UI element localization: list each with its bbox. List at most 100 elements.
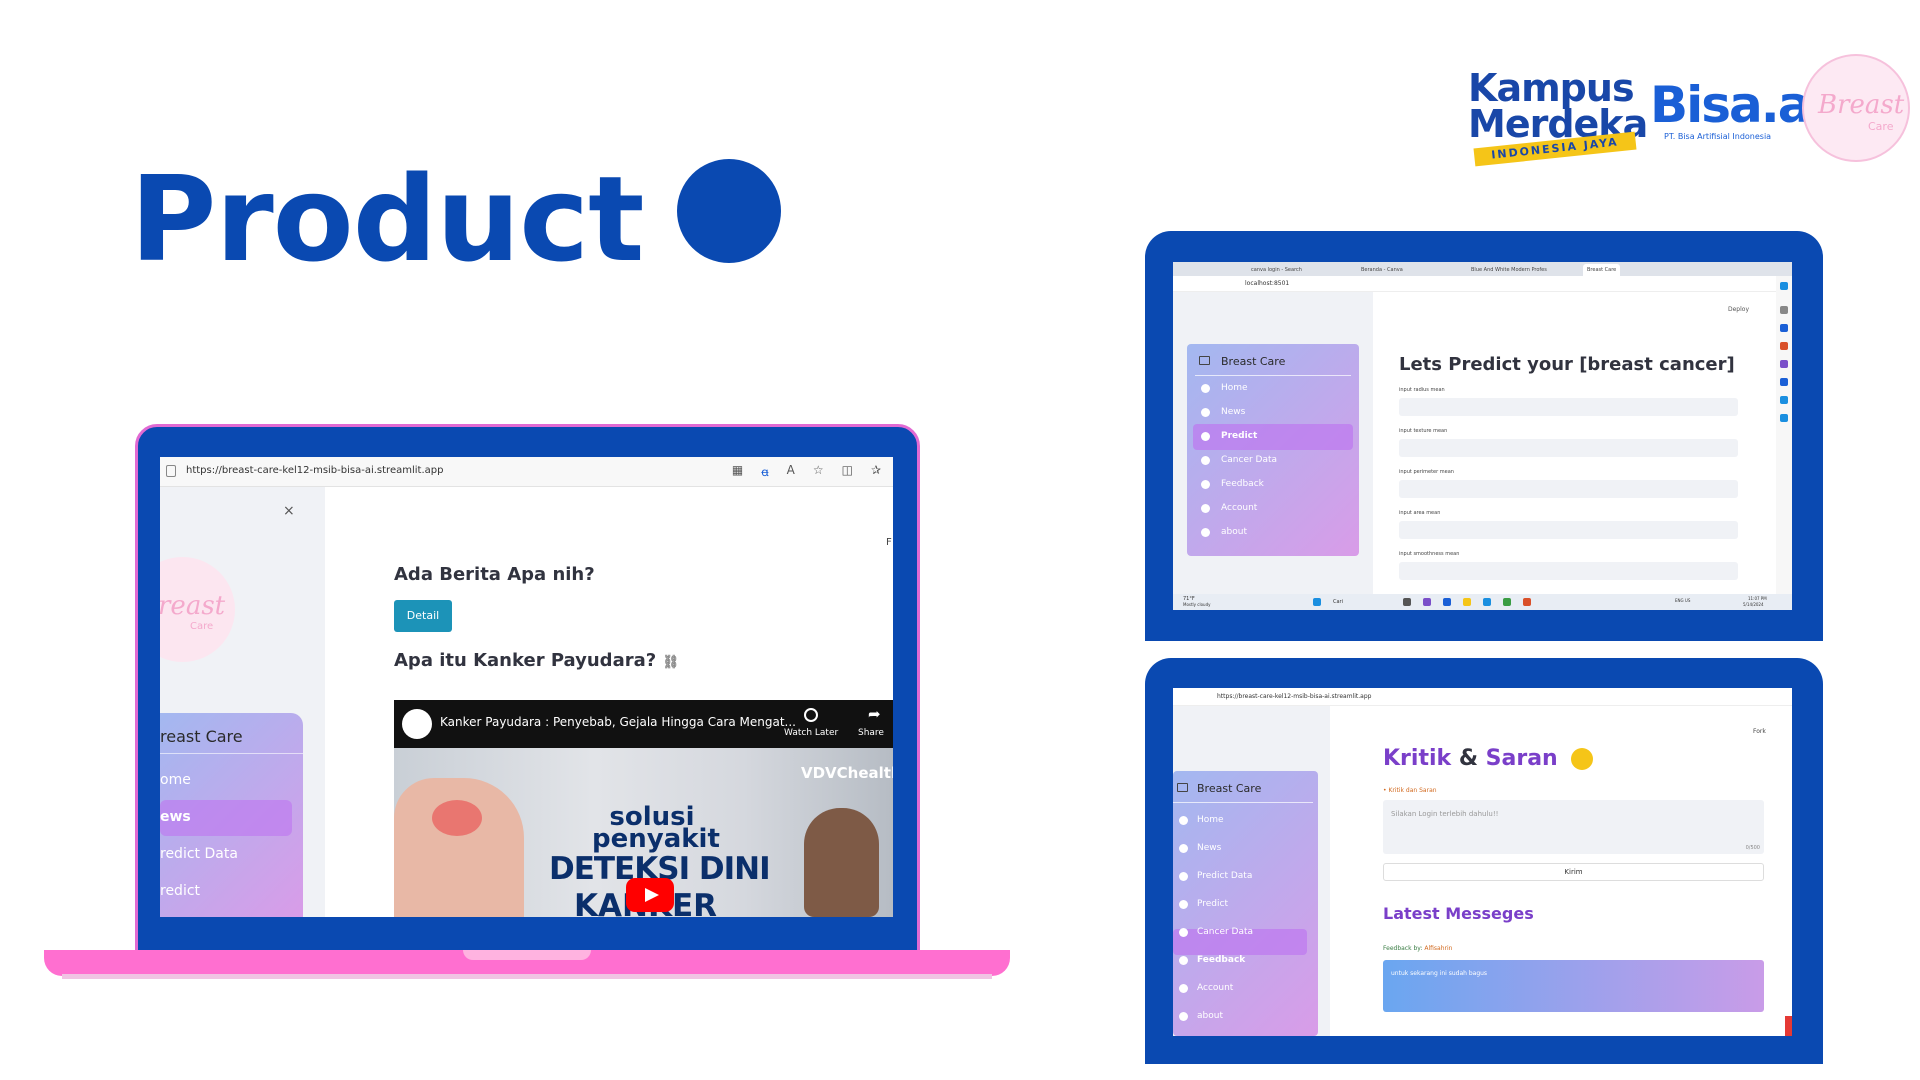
address-bar[interactable]: https://breast-care-kel12-msib-bisa-ai.s…	[160, 457, 893, 487]
video-thumbnail[interactable]: VDVChealth solusi penyakit DETEKSI DINI …	[394, 748, 893, 917]
book-icon	[1179, 872, 1188, 881]
file-explorer-icon[interactable]	[1463, 598, 1471, 606]
predict-sidebar-item-cancer-data[interactable]: Cancer Data	[1221, 455, 1277, 465]
page-title: Product	[130, 150, 645, 288]
streamlit-sidebar: × reast Care reast Care ome ews redict D…	[160, 487, 325, 917]
share-label[interactable]: Share	[858, 728, 884, 738]
office-icon[interactable]	[1780, 396, 1788, 404]
info-icon	[1201, 528, 1210, 537]
text-size-icon[interactable]: A	[787, 463, 795, 480]
chart-icon	[1179, 900, 1188, 909]
chrome-icon[interactable]	[1503, 598, 1511, 606]
feedback-sidebar-item-feedback[interactable]: Feedback	[1197, 955, 1245, 965]
user-icon	[1179, 984, 1188, 993]
people-icon[interactable]	[1780, 360, 1788, 368]
favorite-star-icon[interactable]: ☆	[813, 463, 824, 480]
feedback-char-count: 0/500	[1745, 845, 1760, 851]
edge-icon[interactable]	[1483, 598, 1491, 606]
feedback-sidebar-item-predict[interactable]: Predict	[1197, 899, 1228, 909]
predict-sidebar-item-news[interactable]: News	[1221, 407, 1245, 417]
app1-icon[interactable]	[1423, 598, 1431, 606]
predict-sidebar-item-account[interactable]: Account	[1221, 503, 1257, 513]
app-icon[interactable]: ▦	[732, 463, 743, 480]
app3-icon[interactable]	[1523, 598, 1531, 606]
tab-canva[interactable]: Beranda - Canva	[1357, 264, 1407, 276]
detail-button[interactable]: Detail	[394, 600, 452, 632]
fork-button[interactable]: Fork	[1753, 728, 1766, 735]
feedback-sidebar-item-about[interactable]: about	[1197, 1011, 1223, 1021]
sidebar-logo-text: reast	[160, 591, 226, 621]
taskbar-date[interactable]: 5/14/2024	[1743, 602, 1764, 607]
input-texture-mean[interactable]	[1399, 439, 1738, 457]
feedback-textarea[interactable]: Silakan Login terlebih dahulu!! 0/500	[1383, 800, 1764, 854]
input-area-mean[interactable]	[1399, 521, 1738, 539]
predict-url[interactable]: localhost:8501	[1245, 280, 1289, 287]
tag-icon[interactable]	[1780, 324, 1788, 332]
feedback-sidebar-item-news[interactable]: News	[1197, 843, 1221, 853]
tab-profile[interactable]: Blue And White Modern Profes	[1467, 264, 1551, 276]
sidebar-item-predict[interactable]: redict	[160, 883, 200, 899]
feedback-message-text: untuk sekarang ini sudah bagus	[1391, 970, 1488, 977]
weather-desc: Mostly cloudy	[1183, 602, 1211, 607]
share-icon[interactable]: ➦	[868, 705, 881, 723]
windows-start-icon[interactable]	[1313, 598, 1321, 606]
sidebar-item-predict-data[interactable]: redict Data	[160, 846, 238, 862]
youtube-embed[interactable]: Kanker Payudara : Penyebab, Gejala Hingg…	[394, 700, 893, 917]
copilot-icon[interactable]	[1780, 282, 1788, 290]
watch-later-label[interactable]: Watch Later	[784, 728, 838, 738]
sidebar-item-news[interactable]: ews	[160, 809, 191, 825]
send-icon[interactable]	[1780, 414, 1788, 422]
fork-hint[interactable]: F	[886, 537, 892, 548]
app2-icon[interactable]	[1443, 598, 1451, 606]
tools-icon[interactable]	[1780, 342, 1788, 350]
feedback-sidebar-item-predict-data[interactable]: Predict Data	[1197, 871, 1252, 881]
video-title[interactable]: Kanker Payudara : Penyebab, Gejala Hingg…	[440, 715, 796, 729]
taskbar-search[interactable]: Cari	[1333, 599, 1343, 605]
feedback-sidebar-item-home[interactable]: Home	[1197, 815, 1224, 825]
outlook-icon[interactable]	[1780, 378, 1788, 386]
input-perimeter-mean[interactable]	[1399, 480, 1738, 498]
latest-messages-heading: Latest Messeges	[1383, 904, 1534, 923]
feedback-sub-label: • Kritik dan Saran	[1383, 787, 1437, 794]
feedback-urlbar[interactable]: https://breast-care-kel12-msib-bisa-ai.s…	[1173, 688, 1792, 706]
predict-sidebar-item-predict[interactable]: Predict	[1221, 431, 1257, 441]
feedback-sidebar-item-account[interactable]: Account	[1197, 983, 1233, 993]
tab-breast-care[interactable]: Breast Care	[1583, 264, 1621, 276]
predict-urlbar[interactable]: localhost:8501	[1173, 276, 1792, 292]
task-view-icon[interactable]	[1403, 598, 1411, 606]
address-url[interactable]: https://breast-care-kel12-msib-bisa-ai.s…	[186, 465, 443, 476]
search-icon[interactable]	[1780, 306, 1788, 314]
sidebar-menu: reast Care ome ews redict Data redict	[160, 713, 303, 917]
feedback-sidebar-item-cancer-data[interactable]: Cancer Data	[1197, 927, 1253, 937]
sidebar-logo-sub: Care	[190, 621, 214, 632]
predict-screenshot: canva login - Search Beranda - Canva Blu…	[1173, 262, 1792, 610]
sidebar-logo: reast Care	[160, 557, 235, 662]
link-icon[interactable]: ⛓	[662, 655, 679, 670]
feedback-url[interactable]: https://breast-care-kel12-msib-bisa-ai.s…	[1217, 693, 1371, 700]
tab-search[interactable]: canva login - Search	[1247, 264, 1306, 276]
predict-sidebar-item-about[interactable]: about	[1221, 527, 1247, 537]
lang-indicator[interactable]: ENG US	[1675, 598, 1690, 603]
deploy-button[interactable]: Deploy	[1728, 306, 1749, 313]
favorites-icon[interactable]: ✰	[871, 463, 881, 480]
watch-later-icon[interactable]	[804, 708, 818, 722]
taskbar-time[interactable]: 11:07 PM	[1748, 596, 1767, 601]
feedback-textarea-placeholder: Silakan Login terlebih dahulu!!	[1391, 810, 1499, 818]
read-aloud-icon[interactable]: ꬰ	[761, 463, 768, 480]
input-label-texture: input texture mean	[1399, 428, 1448, 434]
channel-avatar[interactable]	[402, 709, 432, 739]
close-sidebar-icon[interactable]: ×	[283, 503, 295, 519]
chat-icon	[1201, 480, 1210, 489]
lock-icon	[166, 465, 176, 477]
laptop-foot	[62, 974, 992, 979]
predict-sidebar-item-feedback[interactable]: Feedback	[1221, 479, 1264, 489]
split-screen-icon[interactable]: ◫	[842, 463, 853, 480]
video-title-bar: Kanker Payudara : Penyebab, Gejala Hingg…	[394, 700, 893, 748]
play-button-icon[interactable]	[626, 878, 674, 912]
sidebar-item-home[interactable]: ome	[160, 772, 191, 788]
news-icon	[1179, 844, 1188, 853]
predict-sidebar-item-home[interactable]: Home	[1221, 383, 1248, 393]
submit-button[interactable]: Kirim	[1383, 863, 1764, 881]
input-radius-mean[interactable]	[1399, 398, 1738, 416]
input-smoothness-mean[interactable]	[1399, 562, 1738, 580]
